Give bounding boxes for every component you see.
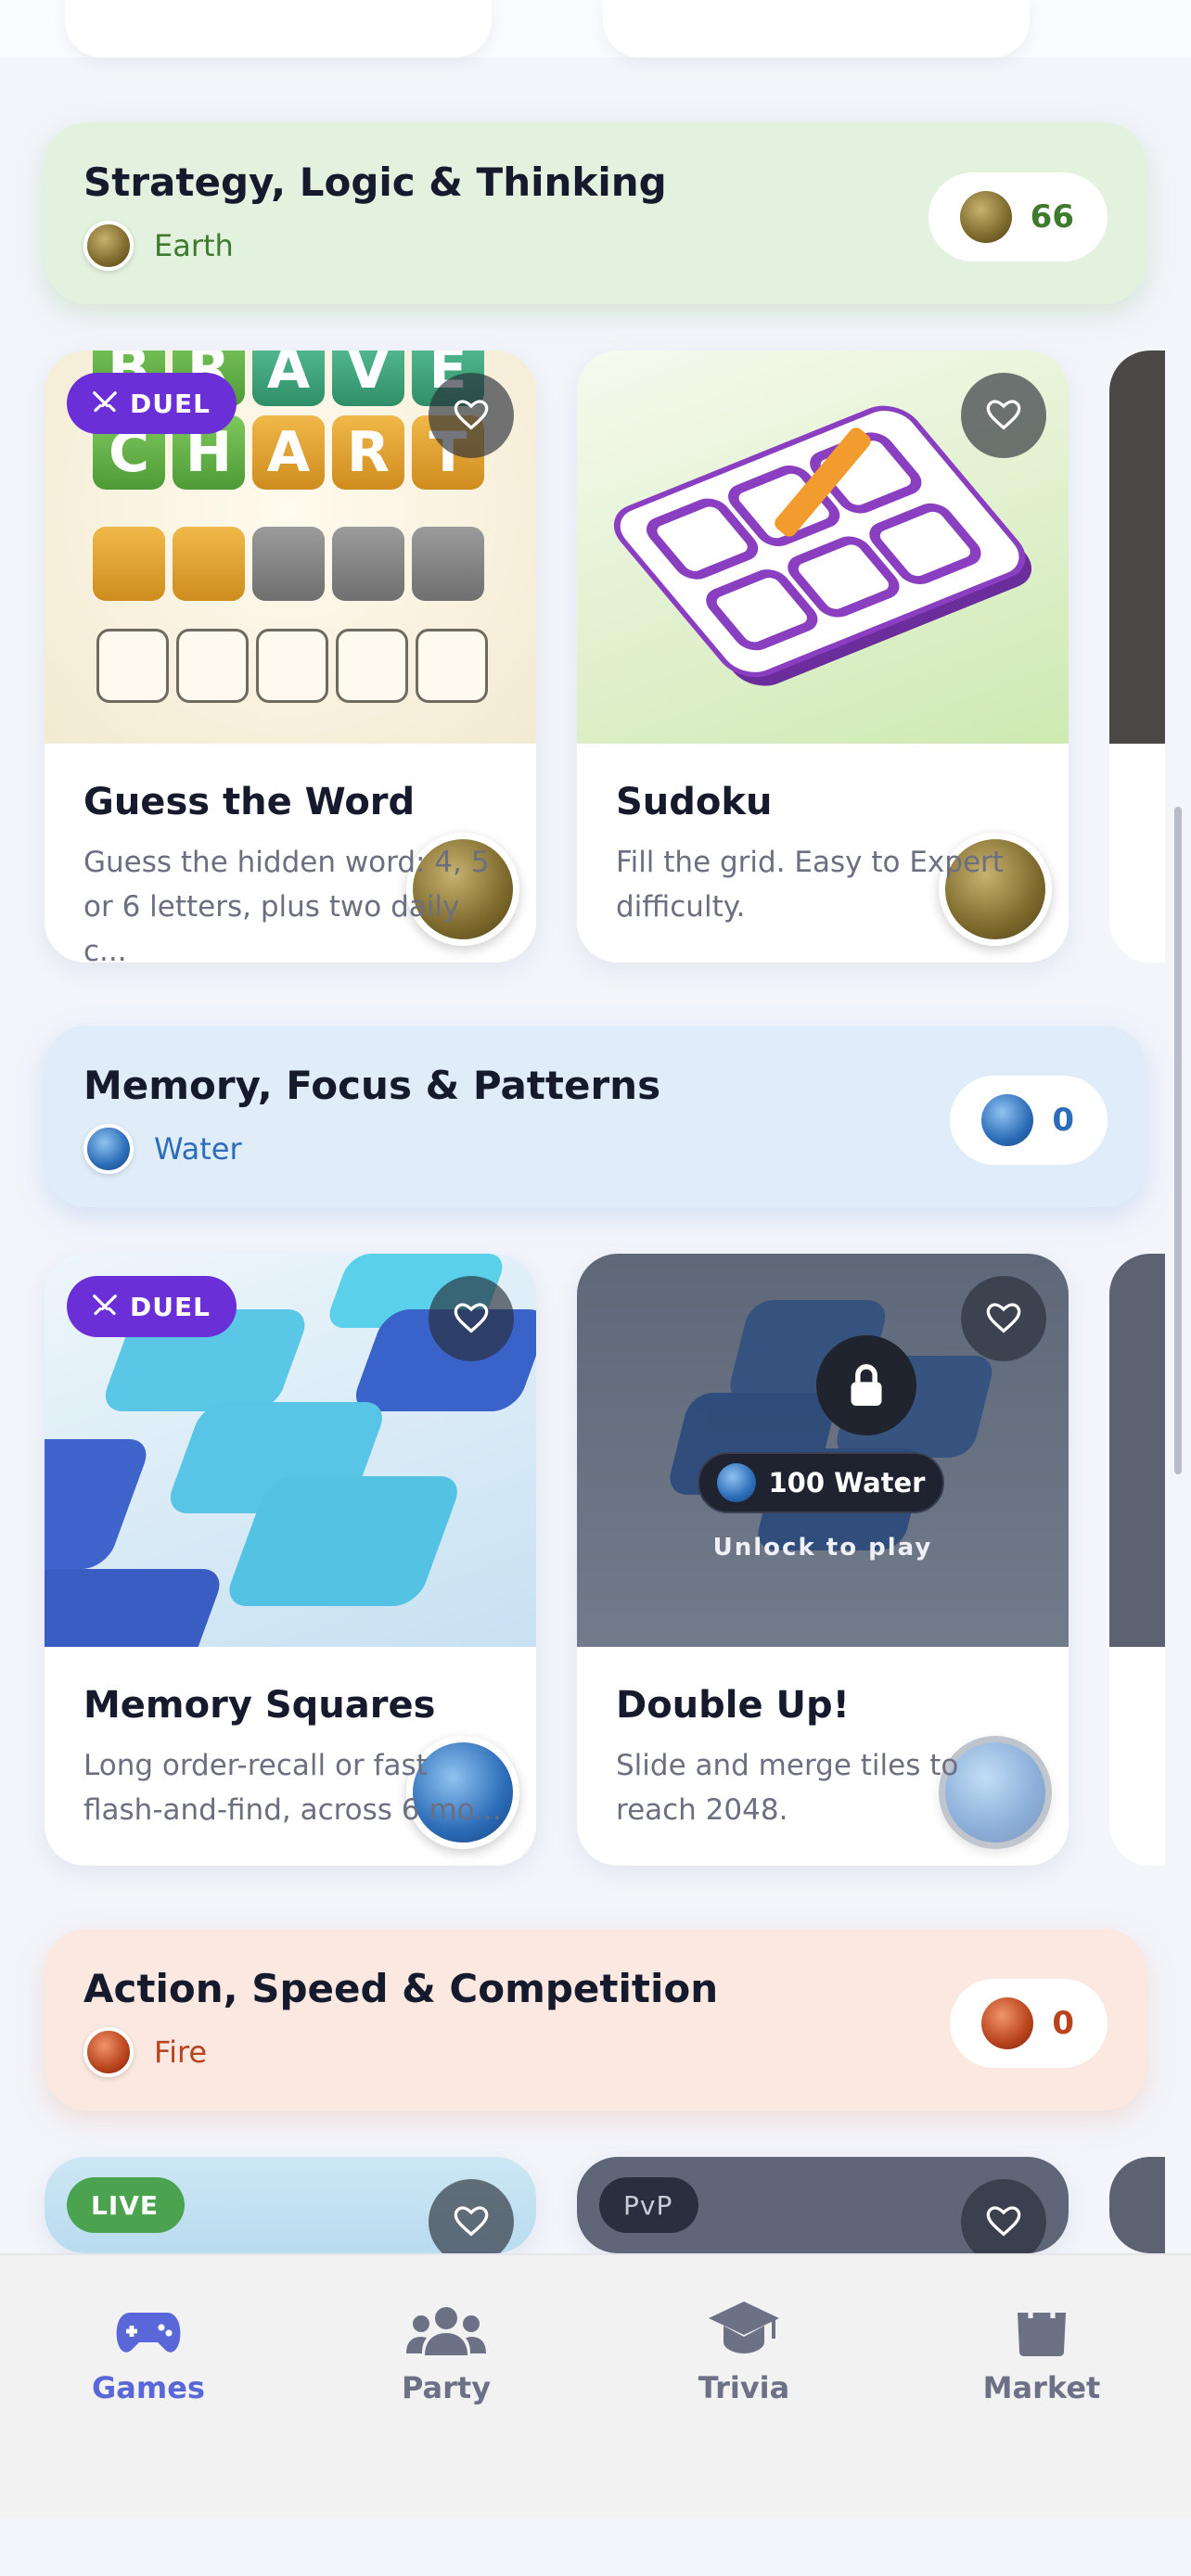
game-title: Double Up! xyxy=(616,1684,850,1727)
heart-icon xyxy=(986,400,1021,430)
users-icon xyxy=(406,2307,486,2355)
nav-label: Market xyxy=(982,2370,1101,2405)
earth-balance-pill[interactable]: 66 xyxy=(928,172,1108,261)
earth-coin-icon xyxy=(959,191,1012,243)
lock-icon xyxy=(851,1364,882,1406)
badge-label: DUEL xyxy=(130,1291,211,1322)
water-coin-icon xyxy=(981,1094,1034,1146)
game-description: Guess the hidden word: 4, 5 or 6 letters… xyxy=(83,846,490,963)
fire-coin-icon xyxy=(83,2027,134,2077)
next-card-peek[interactable] xyxy=(1109,1254,1165,1866)
unlock-cost-label: 100 Water xyxy=(768,1467,926,1498)
game-title: Sudoku xyxy=(616,781,773,823)
element-label: Water xyxy=(154,1131,242,1167)
favorite-button[interactable] xyxy=(961,373,1046,458)
earth-coin-icon xyxy=(83,221,134,271)
favorite-button[interactable] xyxy=(429,1276,514,1361)
game-description: Fill the grid. Easy to Expert difficulty… xyxy=(616,846,1004,924)
unlock-hint: Unlock to play xyxy=(712,1534,933,1562)
crossed-swords-icon xyxy=(93,391,117,413)
category-title: Memory, Focus & Patterns xyxy=(83,1063,661,1108)
lock-badge xyxy=(816,1335,916,1435)
nav-item-party[interactable]: Party xyxy=(353,2292,539,2405)
game-description: Slide and merge tiles to reach 2048. xyxy=(616,1749,959,1827)
game-card-action-1[interactable]: LIVE xyxy=(45,2157,536,2253)
game-card-guess-the-word[interactable]: B R A V E C H A R T DUEL Guess the Word … xyxy=(45,351,536,963)
duel-badge: DUEL xyxy=(67,1276,237,1337)
category-element: Earth xyxy=(83,221,234,271)
category-header-action[interactable]: Action, Speed & Competition Fire 0 xyxy=(45,1929,1146,2111)
game-card-double-up[interactable]: 100 Water Unlock to play Double Up! Slid… xyxy=(577,1254,1069,1866)
favorite-button[interactable] xyxy=(961,1276,1046,1361)
game-card-memory-squares[interactable]: DUEL Memory Squares Long order-recall or… xyxy=(45,1254,536,1866)
nav-label: Games xyxy=(92,2370,205,2405)
game-title: Memory Squares xyxy=(83,1684,436,1727)
category-title: Strategy, Logic & Thinking xyxy=(83,159,667,205)
gamepad-icon xyxy=(116,2313,181,2353)
balance-value: 0 xyxy=(1052,1102,1074,1139)
badge-label: LIVE xyxy=(91,2189,160,2221)
category-header-strategy[interactable]: Strategy, Logic & Thinking Earth 66 xyxy=(45,122,1146,304)
next-card-peek[interactable] xyxy=(1109,2157,1165,2253)
balance-value: 0 xyxy=(1052,2005,1074,2042)
nav-item-games[interactable]: Games xyxy=(56,2292,241,2405)
category-header-memory[interactable]: Memory, Focus & Patterns Water 0 xyxy=(45,1026,1146,1207)
bottom-nav: Games Party Trivia Market xyxy=(0,2253,1191,2519)
element-label: Earth xyxy=(154,228,234,263)
nav-label: Trivia xyxy=(698,2370,790,2405)
badge-label: PvP xyxy=(623,2189,673,2221)
game-card-action-2[interactable]: PvP xyxy=(577,2157,1069,2253)
heart-icon xyxy=(454,400,489,430)
heart-icon xyxy=(454,1303,489,1333)
crossed-swords-icon xyxy=(93,1294,117,1316)
category-element: Water xyxy=(83,1124,242,1174)
balance-value: 66 xyxy=(1030,198,1074,236)
category-title: Action, Speed & Competition xyxy=(83,1966,719,2011)
water-coin-icon xyxy=(83,1124,134,1174)
water-balance-pill[interactable]: 0 xyxy=(950,1076,1108,1165)
heart-icon xyxy=(454,2206,489,2237)
graduation-cap-icon xyxy=(709,2302,779,2353)
nav-label: Party xyxy=(401,2370,492,2405)
game-description: Long order-recall or fast flash-and-find… xyxy=(83,1749,502,1827)
element-label: Fire xyxy=(154,2034,208,2070)
unlock-cost-pill[interactable]: 100 Water xyxy=(698,1452,944,1513)
live-badge: LIVE xyxy=(67,2177,186,2233)
card-stub xyxy=(65,0,492,57)
heart-icon xyxy=(986,1303,1021,1333)
fire-balance-pill[interactable]: 0 xyxy=(950,1979,1108,2068)
card-stub xyxy=(603,0,1030,57)
next-card-peek[interactable] xyxy=(1109,351,1165,963)
nav-item-trivia[interactable]: Trivia xyxy=(651,2292,837,2405)
game-title: Guess the Word xyxy=(83,781,416,823)
pvp-badge: PvP xyxy=(599,2177,699,2233)
nav-item-market[interactable]: Market xyxy=(949,2292,1134,2405)
top-scroll-edge xyxy=(0,0,1191,57)
category-element: Fire xyxy=(83,2027,207,2077)
heart-icon xyxy=(986,2206,1021,2237)
game-card-sudoku[interactable]: Sudoku Fill the grid. Easy to Expert dif… xyxy=(577,351,1069,963)
bottom-safe-area xyxy=(0,2519,1191,2576)
scrollbar[interactable] xyxy=(1174,807,1182,1474)
badge-label: DUEL xyxy=(130,388,211,419)
duel-badge: DUEL xyxy=(67,373,237,434)
fire-coin-icon xyxy=(981,1997,1034,2049)
shopping-bag-icon xyxy=(1018,2297,1066,2356)
water-coin-icon xyxy=(716,1463,756,1502)
favorite-button[interactable] xyxy=(429,373,514,458)
